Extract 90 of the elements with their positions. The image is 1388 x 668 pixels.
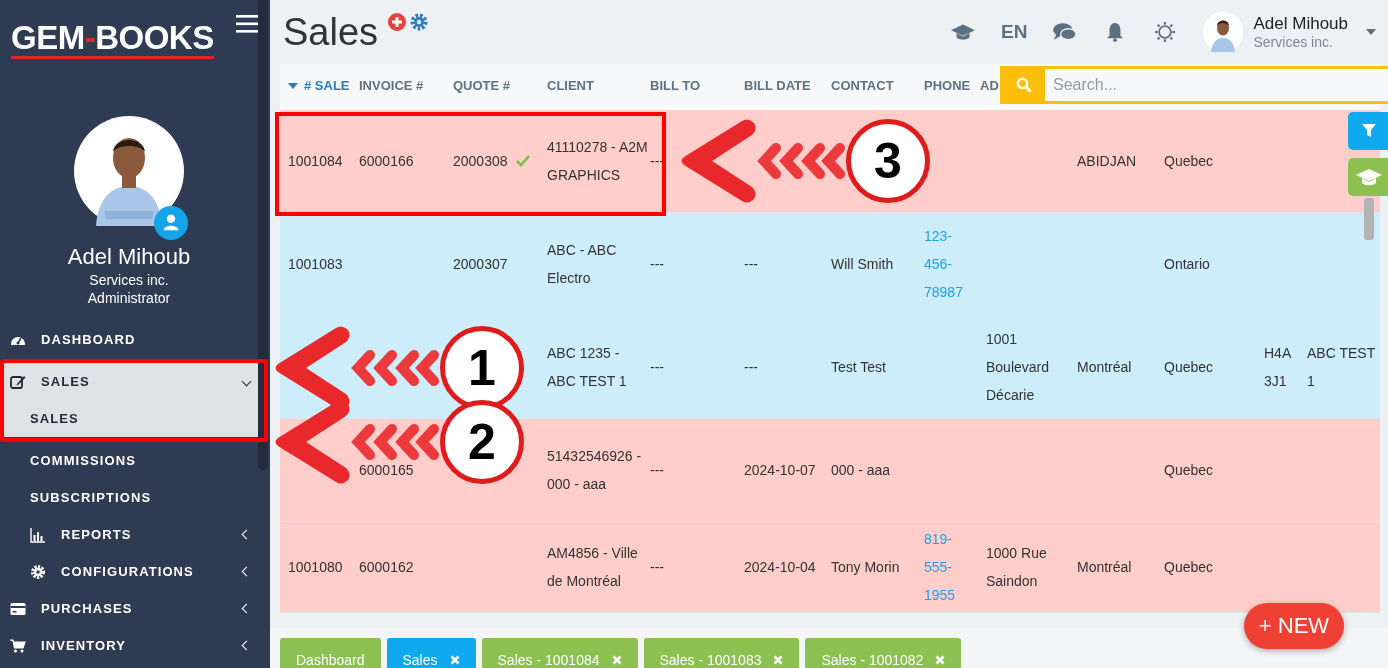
- column-header[interactable]: PHONE: [924, 77, 980, 93]
- column-header[interactable]: CONTACT: [831, 77, 924, 93]
- table-cell-text: ABC - ABC Electro: [547, 241, 618, 288]
- user-badge-icon: [154, 206, 188, 240]
- table-cell-text: 6000165: [359, 461, 414, 480]
- new-button[interactable]: + NEW: [1244, 603, 1344, 649]
- table-row[interactable]: 1001083 2000307 ABC - ABC Electro --- --- Will Smith 123-456-78987 Ontario: [280, 213, 1380, 316]
- table-cell-text: 41110278 - A2M GRAPHICS: [547, 138, 649, 185]
- table-cell-text: Quebec: [1164, 152, 1214, 171]
- column-header[interactable]: AD: [980, 77, 999, 93]
- table-cell-text: Montréal: [1077, 558, 1132, 577]
- user-name: Adel Mihoub: [67, 244, 191, 270]
- column-header[interactable]: CLIENT: [547, 77, 650, 93]
- table-cell-text: 2024-10-04: [744, 558, 816, 577]
- chat-icon[interactable]: [1053, 22, 1078, 42]
- nav-item[interactable]: DASHBOARD: [0, 321, 262, 358]
- table-cell-text: Quebec: [1164, 358, 1214, 377]
- user-company: Services inc.: [89, 272, 169, 288]
- column-header[interactable]: BILL TO: [650, 77, 744, 93]
- language-selector[interactable]: EN: [1001, 21, 1028, 43]
- table-cell-text: 51432546926 - 000 - aaa: [547, 447, 643, 494]
- column-header[interactable]: QUOTE #: [453, 77, 547, 93]
- nav-item[interactable]: REPORTS: [0, 516, 262, 553]
- graduation-cap-icon: [1356, 167, 1382, 187]
- table-cell-text: AM4856 - Ville de Montréal: [547, 544, 639, 591]
- nav-item[interactable]: COMMISSIONS: [0, 442, 262, 479]
- column-header[interactable]: INVOICE #: [359, 77, 453, 93]
- table-cell-text: Quebec: [1164, 558, 1214, 577]
- table-cell-text: H4A 3J1: [1264, 344, 1292, 391]
- table-cell-text: ABC TEST 1: [1307, 344, 1376, 391]
- nav-item[interactable]: PURCHASES: [0, 590, 262, 627]
- column-header[interactable]: BILL DATE: [744, 77, 831, 93]
- brightness-icon[interactable]: [1153, 22, 1178, 42]
- filter-button[interactable]: [1348, 112, 1388, 150]
- user-role: Administrator: [87, 290, 171, 306]
- close-icon[interactable]: [449, 655, 460, 665]
- table-cell-text: 1001084: [288, 152, 343, 171]
- table-cell-text: Will Smith: [831, 255, 894, 274]
- table-cell-text: ---: [650, 255, 664, 274]
- table-cell-text: Ontario: [1164, 255, 1210, 274]
- table-cell-text: 000 - aaa: [831, 461, 891, 480]
- scrollbar[interactable]: [1364, 198, 1374, 240]
- table-cell-text: 2000307: [453, 255, 508, 274]
- close-icon[interactable]: [935, 655, 946, 665]
- edit-icon: [10, 373, 26, 390]
- tutorial-button[interactable]: [1348, 158, 1388, 196]
- column-header[interactable]: # SALE: [288, 77, 359, 93]
- table-cell-text: 1001083: [288, 255, 343, 274]
- nav-item[interactable]: CONFIGURATIONS: [0, 553, 262, 590]
- table-cell-text: Quebec: [1164, 461, 1214, 480]
- table-cell-text: 1001080: [288, 558, 343, 577]
- table-cell-text: ABIDJAN: [1077, 152, 1137, 171]
- settings-icon[interactable]: [410, 13, 429, 31]
- table-cell-text: Tony Morin: [831, 558, 900, 577]
- nav-item[interactable]: INVENTORY: [0, 627, 262, 664]
- page-title: Sales: [283, 13, 379, 51]
- user-name[interactable]: Adel Mihoub: [1253, 14, 1348, 34]
- close-icon[interactable]: [611, 655, 622, 665]
- table-cell-text: Montréal: [1077, 358, 1132, 377]
- graduation-cap-icon[interactable]: [951, 22, 976, 42]
- sort-icon: [288, 83, 298, 90]
- logo: GEM-BOOKS: [11, 20, 214, 60]
- table-cell-text: 6000166: [359, 152, 414, 171]
- table-cell-text: 6000162: [359, 558, 414, 577]
- table-cell-text: ---: [650, 558, 664, 577]
- gear-icon: [30, 563, 46, 580]
- search-icon: [1016, 77, 1032, 93]
- search-bar[interactable]: Search...: [1000, 66, 1388, 104]
- credit-card-icon: [10, 600, 26, 617]
- table-cell-text: Test Test: [831, 358, 886, 377]
- table-cell-text: 2024-10-07: [744, 461, 816, 480]
- nav-item[interactable]: SUBSCRIPTIONS: [0, 479, 262, 516]
- table-cell-text: ---: [650, 358, 664, 377]
- add-icon[interactable]: [388, 13, 407, 31]
- table-cell-text: ---: [650, 461, 664, 480]
- bar-chart-icon: [30, 526, 46, 543]
- table-cell-text: 1001 Boulevard Décarie: [986, 330, 1051, 405]
- user-company: Services inc.: [1253, 34, 1334, 50]
- table-cell-text: ---: [744, 358, 758, 377]
- filter-icon: [1362, 124, 1376, 138]
- table-cell-text: 1000 Rue Saindon: [986, 544, 1048, 591]
- table-cell-text: ABC 1235 - ABC TEST 1: [547, 344, 628, 391]
- table-row[interactable]: 1001080 6000162 AM4856 - Ville de Montréal --- 2024-10-04 Tony Morin 819-555-1955 1000 Rue Saindon Montréal Quebec: [280, 522, 1380, 613]
- tab[interactable]: Sales: [386, 638, 476, 668]
- caret-icon[interactable]: [1366, 29, 1376, 35]
- cart-icon: [10, 637, 26, 654]
- table-cell-text: 2000308: [453, 152, 508, 171]
- table-cell-text: ---: [744, 255, 758, 274]
- close-icon[interactable]: [773, 655, 784, 665]
- scrollbar[interactable]: [258, 0, 268, 470]
